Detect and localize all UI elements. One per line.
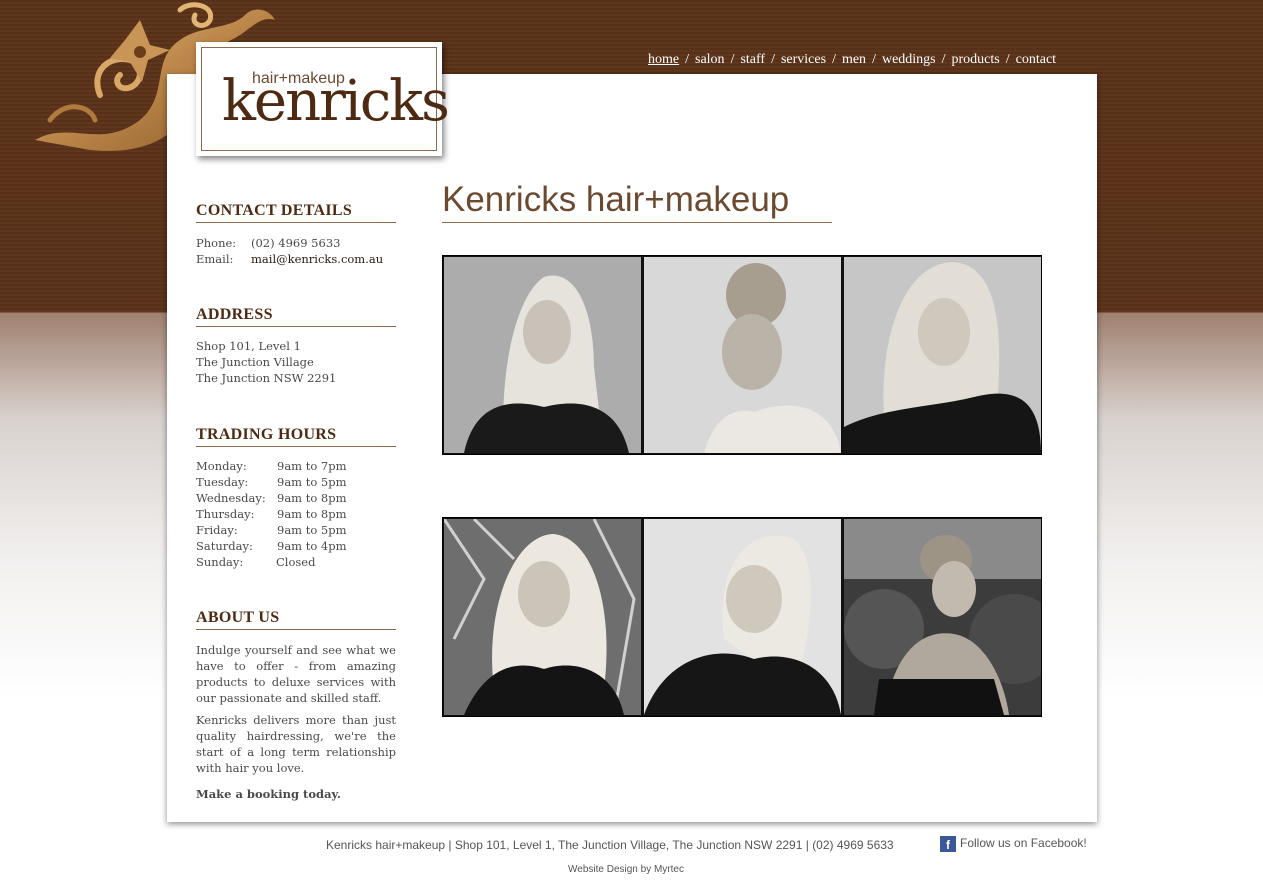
hours-day: Thursday: xyxy=(196,507,255,521)
nav-separator: / xyxy=(771,52,775,67)
hours-row: Wednesday: 9am to 8pm xyxy=(196,490,396,506)
photo[interactable] xyxy=(844,519,1041,715)
portrait-image-icon xyxy=(444,519,641,715)
hours-time: 9am to 5pm xyxy=(277,475,347,489)
logo-frame: hair+makeup kenricks xyxy=(201,47,450,151)
email-link[interactable]: mail@kenricks.com.au xyxy=(251,252,383,266)
hours-time: Closed xyxy=(276,555,316,569)
portrait-image-icon xyxy=(844,519,1041,715)
photo-gallery-row-2 xyxy=(442,517,1042,717)
phone-value: (02) 4969 5633 xyxy=(251,236,341,250)
portrait-image-icon xyxy=(444,257,641,453)
nav-services[interactable]: services xyxy=(781,52,826,67)
hours-row: Tuesday: 9am to 5pm xyxy=(196,474,396,490)
photo[interactable] xyxy=(844,257,1041,453)
phone-label: Phone: xyxy=(196,236,237,250)
nav-separator: / xyxy=(730,52,735,67)
nav-staff[interactable]: staff xyxy=(740,52,765,67)
nav-weddings[interactable]: weddings xyxy=(882,52,936,67)
design-credit[interactable]: Website Design by Myrtec xyxy=(568,864,684,875)
address-line: Shop 101, Level 1 xyxy=(196,339,301,353)
hours-time: 9am to 8pm xyxy=(277,491,347,505)
hours-day: Sunday: xyxy=(196,555,244,569)
hours-row: Monday: 9am to 7pm xyxy=(196,458,396,474)
photo[interactable] xyxy=(444,257,641,453)
nav-separator: / xyxy=(941,52,946,67)
email-row: Email: mail@kenricks.com.au xyxy=(196,251,396,267)
hours-day: Monday: xyxy=(196,459,247,473)
photo-gallery-row-1 xyxy=(442,255,1042,455)
nav-separator: / xyxy=(832,52,836,67)
nav-separator: / xyxy=(872,52,876,67)
logo-wordmark: kenricks xyxy=(222,69,450,134)
hours-section: TRADING HOURS Monday: 9am to 7pm Tuesday:… xyxy=(196,426,396,570)
nav-separator: / xyxy=(685,52,689,67)
about-heading: ABOUT US xyxy=(196,609,396,630)
hours-day: Tuesday: xyxy=(196,475,249,489)
photo[interactable] xyxy=(444,519,641,715)
address-line: The Junction Village xyxy=(196,355,314,369)
contact-heading: CONTACT DETAILS xyxy=(196,202,396,223)
page-title: Kenricks hair+makeup xyxy=(442,180,832,223)
nav-salon[interactable]: salon xyxy=(695,52,725,67)
footer-text: Kenricks hair+makeup | Shop 101, Level 1… xyxy=(326,838,894,852)
hours-time: 9am to 7pm xyxy=(277,459,347,473)
nav-products[interactable]: products xyxy=(952,52,1000,67)
portrait-image-icon xyxy=(844,257,1041,453)
about-paragraph: Indulge yourself and see what we have to… xyxy=(196,643,396,705)
hours-day: Saturday: xyxy=(196,539,253,553)
nav-contact[interactable]: contact xyxy=(1016,52,1056,67)
address-section: ADDRESS Shop 101, Level 1 The Junction V… xyxy=(196,306,396,386)
hours-row: Thursday: 9am to 8pm xyxy=(196,506,396,522)
photo[interactable] xyxy=(644,257,841,453)
email-label: Email: xyxy=(196,252,234,266)
hours-day: Wednesday: xyxy=(196,491,266,505)
hours-time: 9am to 5pm xyxy=(277,523,347,537)
nav-home[interactable]: home xyxy=(648,52,679,67)
photo[interactable] xyxy=(644,519,841,715)
logo[interactable]: hair+makeup kenricks xyxy=(196,42,450,156)
booking-callout: Make a booking today. xyxy=(196,787,341,801)
hours-heading: TRADING HOURS xyxy=(196,426,396,447)
hours-row: Friday: 9am to 5pm xyxy=(196,522,396,538)
nav-separator: / xyxy=(1005,52,1010,67)
hours-time: 9am to 4pm xyxy=(277,539,347,553)
portrait-image-icon xyxy=(644,257,841,453)
phone-row: Phone: (02) 4969 5633 xyxy=(196,235,396,251)
contact-section: CONTACT DETAILS Phone: (02) 4969 5633 Ema… xyxy=(196,202,396,267)
hours-day: Friday: xyxy=(196,523,238,537)
address-heading: ADDRESS xyxy=(196,306,396,327)
nav-men[interactable]: men xyxy=(842,52,866,67)
facebook-link[interactable]: f Follow us on Facebook! xyxy=(940,836,1087,852)
main-nav: home / salon / staff / services / men / weddings / p… xyxy=(648,52,1056,70)
about-section: ABOUT US Indulge yourself and see what w… xyxy=(196,609,396,808)
portrait-image-icon xyxy=(644,519,841,715)
hours-time: 9am to 8pm xyxy=(277,507,347,521)
hours-row: Sunday: Closed xyxy=(196,554,396,570)
facebook-label: Follow us on Facebook! xyxy=(960,836,1087,851)
address-line: The Junction NSW 2291 xyxy=(196,371,337,385)
hours-row: Saturday: 9am to 4pm xyxy=(196,538,396,554)
facebook-icon: f xyxy=(940,836,956,852)
about-paragraph: Kenricks delivers more than just quality… xyxy=(196,713,396,775)
